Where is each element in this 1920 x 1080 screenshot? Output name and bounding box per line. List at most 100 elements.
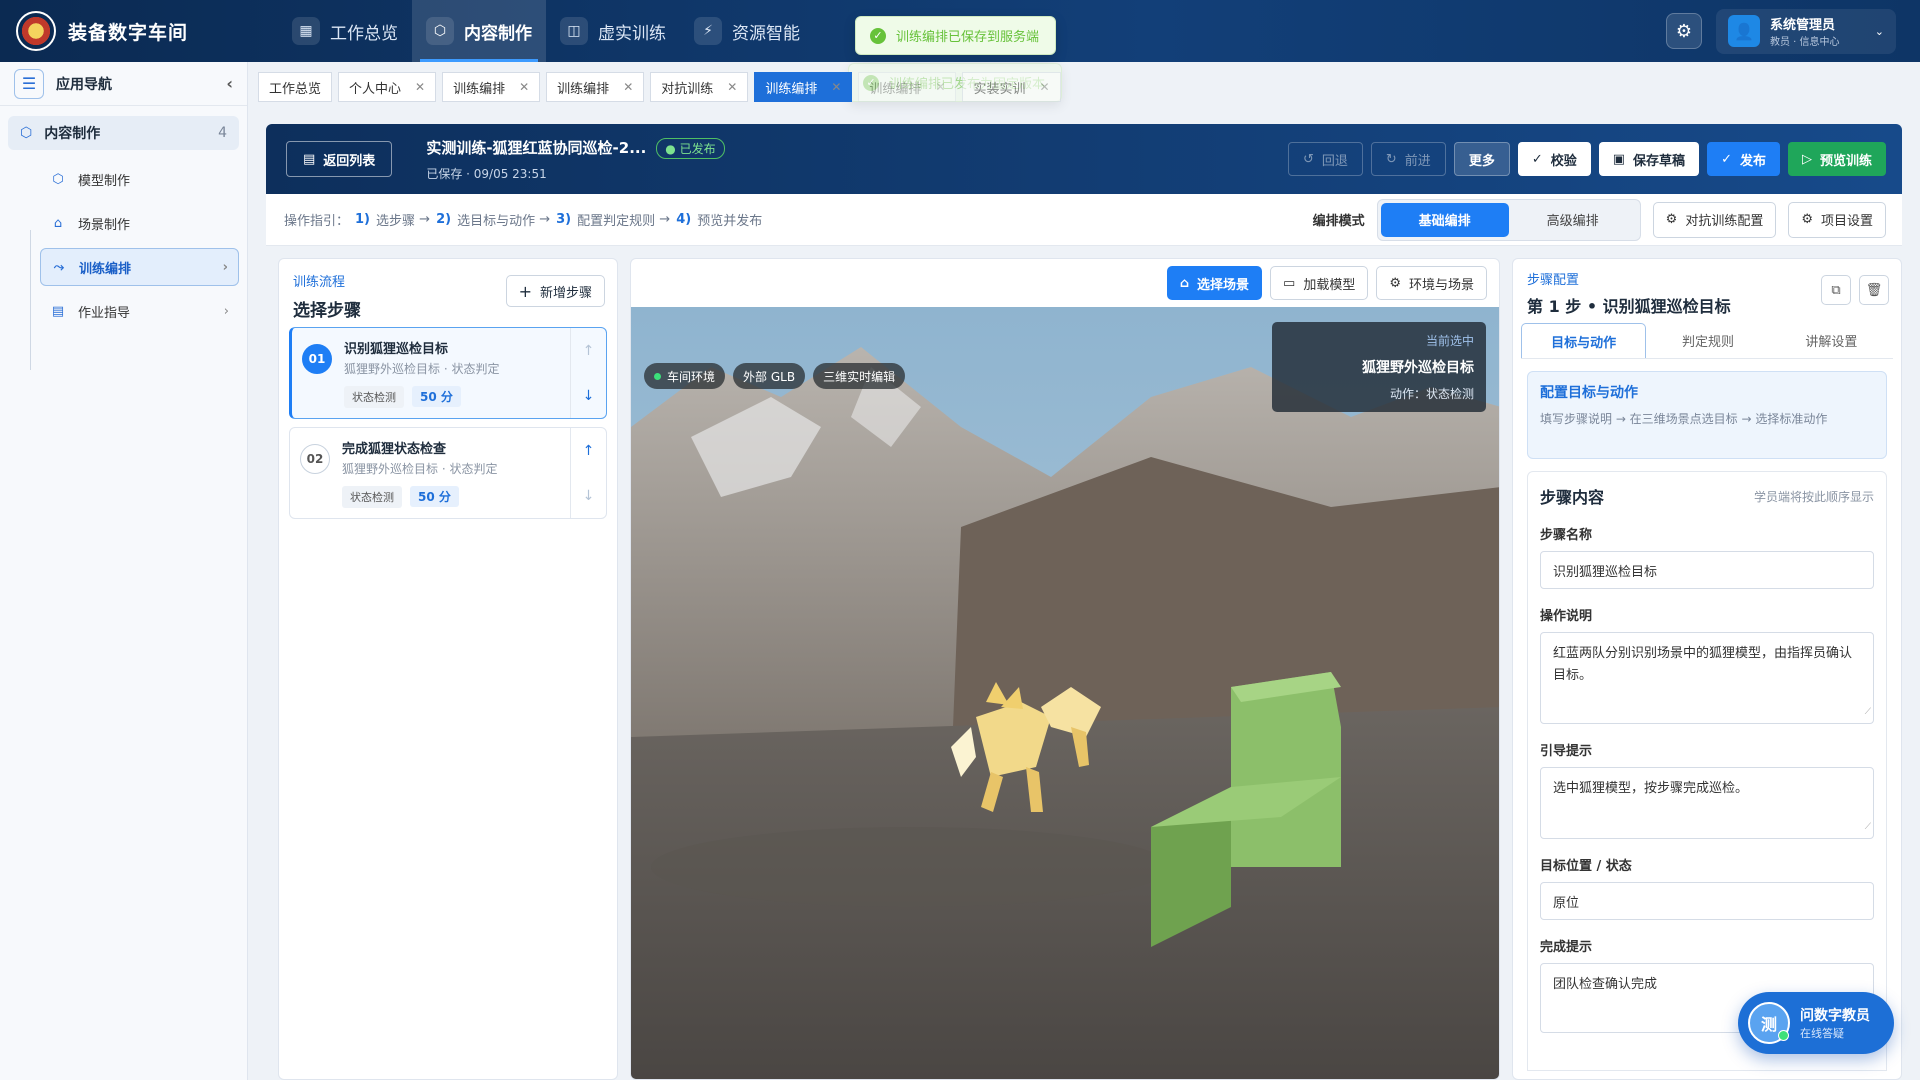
chip-realtime-edit: 三维实时编辑 (813, 363, 906, 389)
tab-profile[interactable]: 个人中心 ✕ (338, 72, 437, 102)
redo-button[interactable]: ↻ 前进 (1370, 142, 1446, 176)
move-up-icon[interactable]: ↑ (583, 343, 595, 359)
settings-button[interactable]: ⚙ (1666, 13, 1702, 49)
mode-switch: 基础编排 高级编排 (1376, 198, 1641, 241)
target-position-input[interactable]: 原位 (1540, 882, 1874, 920)
move-down-icon[interactable]: ↓ (583, 388, 595, 404)
book-icon: ◫ (560, 17, 589, 45)
chevron-right-icon: › (222, 259, 228, 275)
publish-button[interactable]: ✓ 发布 (1707, 142, 1780, 176)
close-icon[interactable]: ✕ (1040, 80, 1050, 94)
digital-instructor-button[interactable]: 测 问数字教员 在线答疑 (1738, 992, 1894, 1054)
step-name-input[interactable]: 识别狐狸巡检目标 (1540, 551, 1874, 589)
cube-icon: ⬡ (426, 17, 455, 45)
mode-basic-button[interactable]: 基础编排 (1380, 202, 1509, 237)
section-title: 步骤内容 (1540, 488, 1605, 507)
tab-target-action[interactable]: 目标与动作 (1521, 323, 1647, 358)
tab-orchestration-1[interactable]: 训练编排 ✕ (442, 72, 541, 102)
close-icon[interactable]: ✕ (831, 80, 841, 94)
save-draft-button[interactable]: ▣ 保存草稿 (1598, 142, 1700, 176)
versus-config-button[interactable]: ⚙ 对抗训练配置 (1652, 201, 1777, 238)
copy-icon[interactable]: ⧉ (1821, 275, 1851, 305)
step-card-2[interactable]: 02 完成狐狸状态检查 狐狸野外巡检目标 · 状态判定 状态检测 50 分 ↑ ↓ (289, 427, 607, 519)
doc-icon: ▤ (51, 303, 65, 319)
step-config-panel: 步骤配置 第 1 步 • 识别狐狸巡检目标 ⧉ 🗑 目标与动作 判定规则 讲解设… (1512, 258, 1902, 1080)
sidebar-item-orchestration[interactable]: ⤳ 训练编排 › (40, 248, 239, 286)
brand-logo (16, 11, 56, 51)
check-icon: ✓ (1531, 151, 1543, 167)
mode-advanced-button[interactable]: 高级编排 (1509, 203, 1637, 237)
tab-overview[interactable]: 工作总览 (258, 72, 333, 102)
play-icon: ▷ (1801, 151, 1812, 167)
tab-orchestration-3[interactable]: 训练编排 ✕ (858, 72, 957, 102)
ai-icon: ⚡ (694, 17, 723, 45)
guide-hint-textarea[interactable]: 选中狐狸模型，按步骤完成巡检。 (1540, 767, 1874, 839)
home-icon: ⌂ (53, 215, 63, 231)
user-role: 教员 · 信息中心 (1770, 36, 1840, 48)
sidebar-group-content[interactable]: ⬡ 内容制作 4 (8, 116, 239, 150)
chevron-right-icon: › (223, 303, 229, 319)
project-settings-button[interactable]: ⚙ 项目设置 (1788, 201, 1886, 238)
collapse-icon[interactable]: ‹ (226, 74, 233, 93)
user-menu[interactable]: 👤 系统管理员教员 · 信息中心 ⌄ (1716, 8, 1896, 54)
sidebar-item-scene[interactable]: ⌂ 场景制作 (40, 204, 239, 242)
toast-saved: ✓ 训练编排已保存到服务端 (855, 16, 1057, 55)
sidebar-title: 应用导航 (56, 76, 112, 93)
sidebar: ☰ 应用导航 ‹ ⬡ 内容制作 4 ⬡ 模型制作 ⌂ 场景制作 ⤳ 训练编排 › ▤ 作业… (0, 62, 248, 1080)
tab-orchestration-2[interactable]: 训练编排 ✕ (546, 72, 645, 102)
tree-line (30, 230, 31, 370)
close-icon[interactable]: ✕ (519, 80, 529, 94)
sidebar-header: ☰ 应用导航 ‹ (0, 62, 247, 106)
check-circle-icon: ✓ (870, 27, 886, 44)
tab-explain-settings[interactable]: 讲解设置 (1770, 323, 1893, 358)
select-scene-button[interactable]: ⌂ 选择场景 (1166, 266, 1263, 300)
close-icon[interactable]: ✕ (415, 80, 425, 94)
chip-external-glb: 外部 GLB (733, 363, 806, 389)
validate-button[interactable]: ✓ 校验 (1517, 142, 1591, 176)
nav-item-overview[interactable]: ▦ 工作总览 (278, 0, 412, 62)
trash-icon[interactable]: 🗑 (1859, 275, 1889, 305)
add-step-button[interactable]: + 新增步骤 (505, 275, 605, 307)
gear-icon: ⚙ (1675, 20, 1693, 42)
tab-orchestration-active[interactable]: 训练编排 ✕ (754, 72, 853, 102)
tab-versus[interactable]: 对抗训练 ✕ (650, 72, 749, 102)
selected-target-overlay: 当前选中 狐狸野外巡检目标 动作：状态检测 (1272, 322, 1486, 412)
group-count: 4 (218, 125, 227, 141)
sidebar-item-model[interactable]: ⬡ 模型制作 (40, 160, 239, 198)
nav-item-resources[interactable]: ⚡ 资源智能 (680, 0, 814, 62)
section-hint: 学员端将按此顺序显示 (1753, 489, 1874, 504)
step-card-1[interactable]: 01 识别狐狸巡检目标 狐狸野外巡检目标 · 状态判定 状态检测 50 分 ↑ ↓ (289, 327, 607, 419)
chevron-down-icon: ⌄ (1874, 24, 1884, 38)
viewport-toolbar: ⌂ 选择场景 ▭ 加载模型 ⚙ 环境与场景 (631, 259, 1499, 307)
undo-button[interactable]: ↺ 回退 (1287, 142, 1363, 176)
user-avatar-icon: 👤 (1728, 15, 1760, 47)
config-info-box: 配置目标与动作 填写步骤说明 → 在三维场景点选目标 → 选择标准动作 (1527, 371, 1887, 459)
saved-time: 已保存 · 09/05 23:51 (426, 166, 547, 181)
gear-icon: ⚙ (1389, 275, 1401, 291)
guide-prefix: 操作指引： (284, 214, 350, 229)
move-up-icon[interactable]: ↑ (583, 443, 595, 459)
nav-item-training[interactable]: ◫ 虚实训练 (546, 0, 680, 62)
back-to-list-button[interactable]: ▤ 返回列表 (286, 141, 393, 177)
3d-scene-canvas[interactable] (631, 307, 1500, 1080)
grid-icon: ▦ (292, 17, 321, 45)
user-name: 系统管理员 (1770, 17, 1836, 33)
tab-live-training[interactable]: 实装实训 ✕ (962, 72, 1061, 102)
sidebar-item-guide[interactable]: ▤ 作业指导 › (40, 292, 239, 330)
nav-item-content[interactable]: ⬡ 内容制作 (412, 0, 547, 62)
move-down-icon[interactable]: ↓ (583, 488, 595, 504)
preview-training-button[interactable]: ▷ 预览训练 (1787, 142, 1886, 176)
plus-icon: + (518, 281, 532, 301)
load-model-button[interactable]: ▭ 加载模型 (1270, 266, 1369, 300)
close-icon[interactable]: ✕ (935, 80, 945, 94)
more-button[interactable]: 更多 (1453, 142, 1510, 176)
operation-textarea[interactable]: 红蓝两队分别识别场景中的狐狸模型，由指挥员确认目标。 (1540, 632, 1874, 724)
close-icon[interactable]: ✕ (623, 80, 633, 94)
close-icon[interactable]: ✕ (727, 80, 737, 94)
save-icon: ▣ (1612, 151, 1626, 167)
menu-icon[interactable]: ☰ (14, 68, 44, 99)
tab-judge-rules[interactable]: 判定规则 (1646, 323, 1769, 358)
environment-button[interactable]: ⚙ 环境与场景 (1376, 266, 1487, 300)
check-icon: ✓ (1721, 151, 1732, 167)
status-badge: ● 已发布 (656, 137, 725, 159)
